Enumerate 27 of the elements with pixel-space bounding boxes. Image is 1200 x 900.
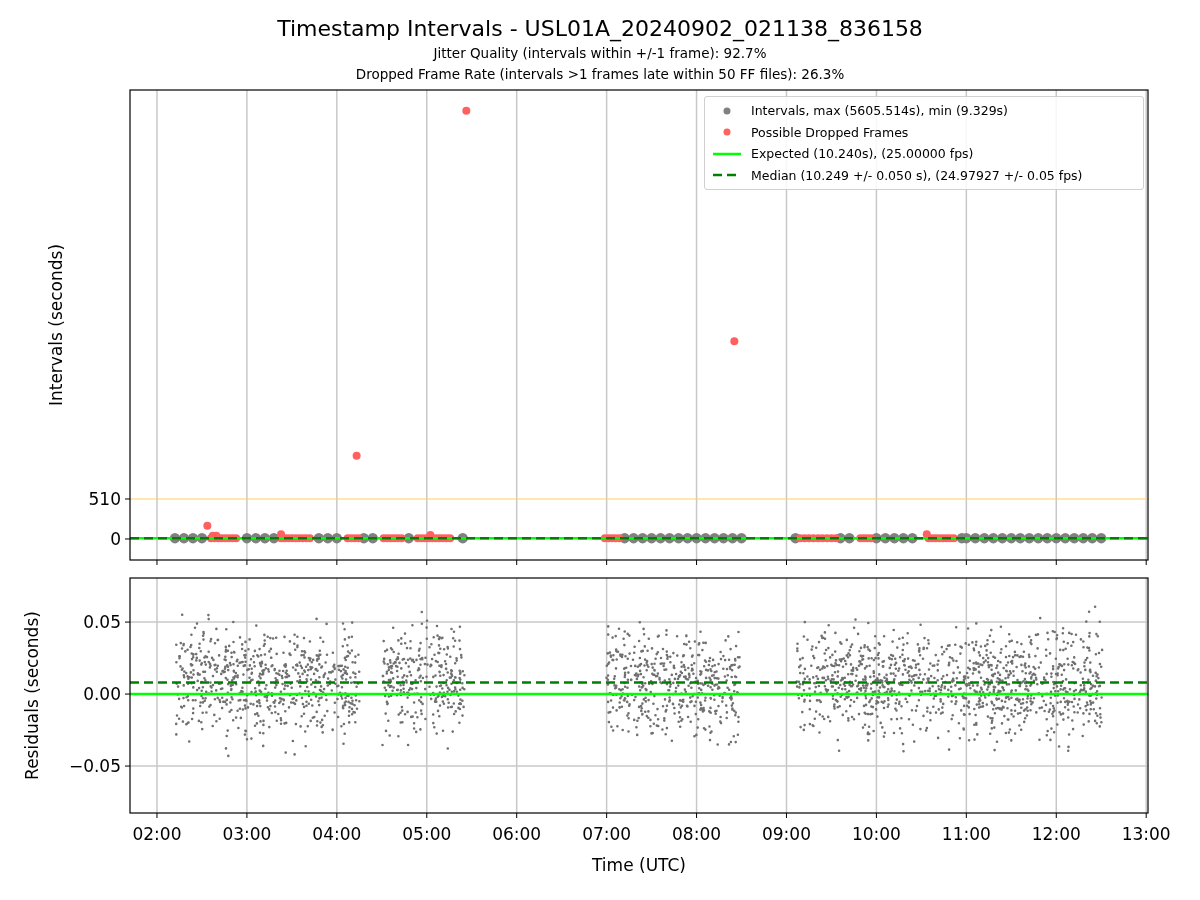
- x-tick-label: 12:00: [1031, 824, 1081, 844]
- x-tick-label: 06:00: [492, 824, 542, 844]
- x-tick-label: 05:00: [402, 824, 452, 844]
- chart-subtitle: Dropped Frame Rate (intervals >1 frames late within 50 FF files): 26.3%: [355, 65, 845, 84]
- x-tick-label: 13:00: [1121, 824, 1171, 844]
- x-tick-label: 07:00: [582, 824, 632, 844]
- chart-title: Timestamp Intervals - USL01A_20240902_021138_836158: [277, 15, 923, 43]
- y-tick-label: 0.00: [83, 684, 121, 705]
- y-axis-label: Residuals (seconds): [22, 611, 42, 780]
- x-tick-label: 04:00: [312, 824, 362, 844]
- legend-label: Intervals, max (5605.514s), min (9.329s): [751, 103, 1008, 119]
- x-tick-label: 08:00: [672, 824, 722, 844]
- x-tick-label: 10:00: [851, 824, 901, 844]
- legend-label: Median (10.249 +/- 0.050 s), (24.97927 +/- 0.05 fps): [751, 167, 1083, 183]
- y-axis-label: Intervals (seconds): [46, 243, 66, 407]
- y-tick-label: 0.05: [83, 612, 121, 633]
- y-tick-label: −0.05: [68, 756, 121, 777]
- legend-label: Possible Dropped Frames: [751, 124, 909, 140]
- x-tick-label: 02:00: [132, 824, 182, 844]
- legend-label: Expected (10.240s), (25.00000 fps): [751, 146, 974, 162]
- x-tick-label: 09:00: [762, 824, 811, 844]
- x-tick-label: 03:00: [222, 824, 272, 844]
- y-tick-label: 510: [88, 489, 121, 509]
- x-axis-label: Time (UTC): [592, 855, 686, 875]
- chart-subtitle: Jitter Quality (intervals within +/-1 frame): 92.7%: [433, 44, 767, 63]
- x-tick-label: 11:00: [941, 824, 991, 844]
- y-tick-label: 0: [110, 529, 121, 549]
